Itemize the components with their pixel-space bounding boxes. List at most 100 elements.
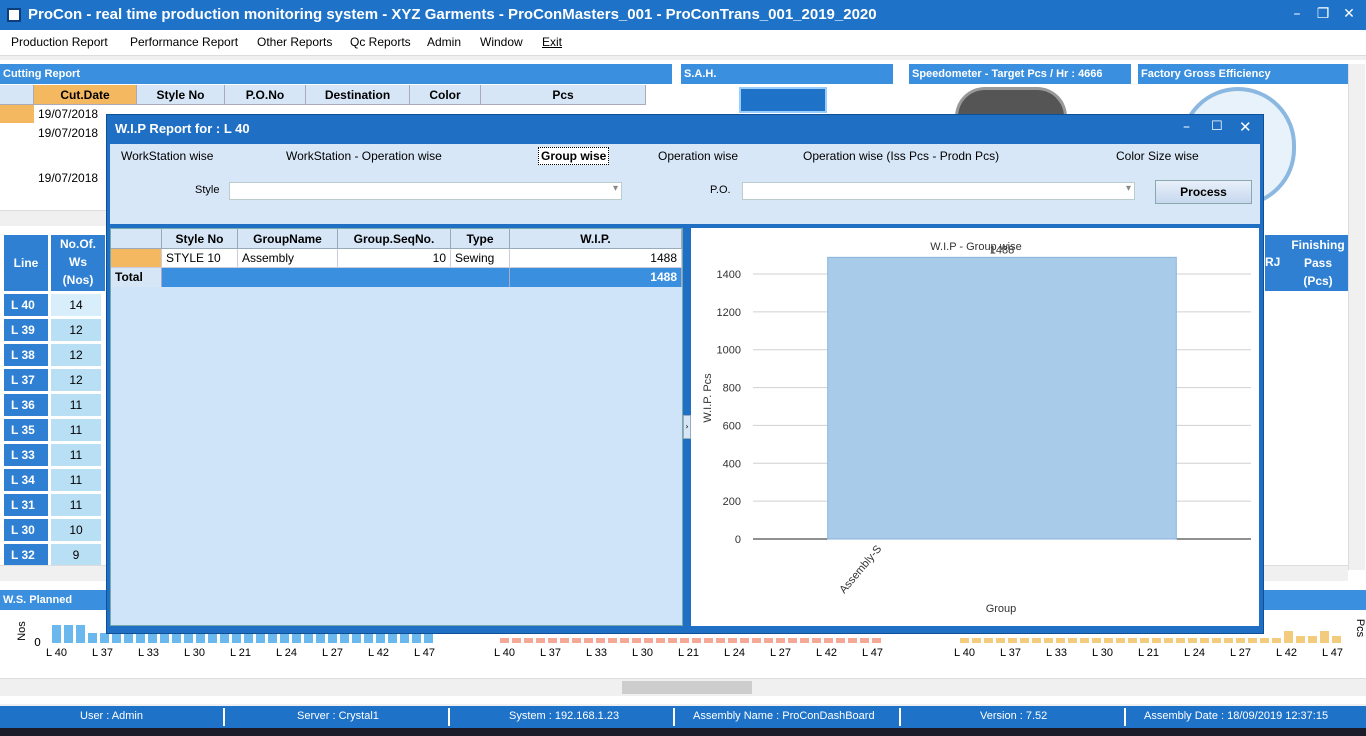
line-item[interactable]: L 36 xyxy=(4,394,48,416)
line-item[interactable]: L 38 xyxy=(4,344,48,366)
line-item[interactable]: L 37 xyxy=(4,369,48,391)
col-type[interactable]: Type xyxy=(451,229,510,249)
ws-count: 11 xyxy=(51,494,101,516)
style-label: Style xyxy=(195,184,220,196)
finishing-line1: Finishing xyxy=(1291,238,1345,252)
bottom-axis-label: L 40 xyxy=(954,647,976,659)
col-style-no[interactable]: Style No xyxy=(162,229,238,249)
dialog-minimize-button[interactable]: – xyxy=(1183,119,1190,135)
po-combo[interactable] xyxy=(742,182,1135,200)
chart-title: W.I.P - Group wise xyxy=(930,241,1022,253)
menu-other-reports[interactable]: Other Reports xyxy=(257,35,332,49)
col-pcs[interactable]: Pcs xyxy=(481,85,646,105)
status-server: Server : Crystal1 xyxy=(297,710,379,722)
menu-admin[interactable]: Admin xyxy=(427,35,461,49)
mini-bar xyxy=(1260,638,1269,643)
cell-style-no[interactable]: STYLE 10 xyxy=(162,249,238,268)
ws-count: 11 xyxy=(51,444,101,466)
style-combo[interactable] xyxy=(229,182,622,200)
mini-bar xyxy=(148,633,157,643)
status-assembly: Assembly Name : ProConDashBoard xyxy=(693,710,875,722)
tab-color-size-wise[interactable]: Color Size wise xyxy=(1116,149,1199,163)
tab-operation-wise[interactable]: Operation wise xyxy=(658,149,738,163)
mini-bar xyxy=(304,633,313,643)
cell-group-seq[interactable]: 10 xyxy=(338,249,451,268)
bottom-axis-label: L 37 xyxy=(1000,647,1022,659)
col-group-seq[interactable]: Group.SeqNo. xyxy=(338,229,451,249)
cut-date-cell[interactable]: 19/07/2018 xyxy=(38,171,98,185)
ws-header-line2: Ws xyxy=(69,255,87,269)
y-tick-label: 1000 xyxy=(717,345,741,357)
col-group-name[interactable]: GroupName xyxy=(238,229,338,249)
mini-bar xyxy=(376,633,385,643)
dialog-maximize-button[interactable]: ☐ xyxy=(1211,119,1223,134)
speedometer-gauge xyxy=(955,87,1067,117)
cutting-report-header: Cutting Report xyxy=(0,64,672,84)
status-separator xyxy=(673,708,675,726)
finishing-line3: (Pcs) xyxy=(1303,274,1333,288)
cut-date-cell[interactable]: 19/07/2018 xyxy=(38,107,98,121)
dialog-title: W.I.P Report for : L 40 xyxy=(115,121,250,136)
line-item[interactable]: L 31 xyxy=(4,494,48,516)
menu-window[interactable]: Window xyxy=(480,35,523,49)
scroll-thumb[interactable] xyxy=(622,681,752,694)
tab-workstation-wise[interactable]: WorkStation wise xyxy=(121,149,213,163)
menu-performance-report[interactable]: Performance Report xyxy=(130,35,238,49)
bottom-axis-label: L 37 xyxy=(540,647,562,659)
bottom-axis-label: L 24 xyxy=(276,647,298,659)
mini-bar xyxy=(608,638,617,643)
cell-group-name[interactable]: Assembly xyxy=(238,249,338,268)
nos-axis-label: Nos xyxy=(15,621,28,641)
mini-bar xyxy=(196,633,205,643)
tab-group-wise[interactable]: Group wise xyxy=(538,147,610,165)
mini-bar xyxy=(1284,631,1293,643)
menu-production-report[interactable]: Production Report xyxy=(11,35,108,49)
cell-wip[interactable]: 1488 xyxy=(510,249,682,268)
splitter-handle[interactable]: › xyxy=(683,415,691,439)
col-cut-date[interactable]: Cut.Date xyxy=(34,85,137,105)
wip-grid: Style No GroupName Group.SeqNo. Type W.I… xyxy=(110,228,683,626)
line-header: Line xyxy=(4,235,48,291)
efficiency-header: Factory Gross Efficiency xyxy=(1138,64,1348,84)
main-vscroll[interactable] xyxy=(1348,64,1365,570)
bottom-axis-label: L 33 xyxy=(1046,647,1068,659)
mini-bar xyxy=(560,638,569,643)
mini-bar xyxy=(1140,638,1149,643)
mini-bar xyxy=(800,638,809,643)
mini-bar xyxy=(1116,638,1125,643)
mini-bar xyxy=(100,633,109,643)
process-button[interactable]: Process xyxy=(1155,180,1252,204)
line-item[interactable]: L 33 xyxy=(4,444,48,466)
close-button[interactable]: ✕ xyxy=(1332,0,1366,30)
grid-corner xyxy=(0,85,34,105)
bottom-hscroll[interactable] xyxy=(0,678,1366,696)
col-po-no[interactable]: P.O.No xyxy=(225,85,306,105)
mini-bar xyxy=(680,638,689,643)
menu-exit[interactable]: Exit xyxy=(542,35,562,49)
mini-bar xyxy=(52,625,61,643)
line-item[interactable]: L 32 xyxy=(4,544,48,566)
cell-type[interactable]: Sewing xyxy=(451,249,510,268)
col-color[interactable]: Color xyxy=(410,85,481,105)
col-wip[interactable]: W.I.P. xyxy=(510,229,682,249)
col-style-no[interactable]: Style No xyxy=(137,85,225,105)
row-selector[interactable] xyxy=(0,105,34,123)
line-item[interactable]: L 35 xyxy=(4,419,48,441)
row-selector[interactable] xyxy=(111,249,162,268)
line-item[interactable]: L 34 xyxy=(4,469,48,491)
mini-bar xyxy=(848,638,857,643)
cut-date-cell[interactable]: 19/07/2018 xyxy=(38,126,98,140)
line-item[interactable]: L 30 xyxy=(4,519,48,541)
ws-count: 14 xyxy=(51,294,101,316)
ws-count: 11 xyxy=(51,469,101,491)
tab-workstation-operation-wise[interactable]: WorkStation - Operation wise xyxy=(286,149,442,163)
menu-qc-reports[interactable]: Qc Reports xyxy=(350,35,411,49)
col-destination[interactable]: Destination xyxy=(306,85,410,105)
mini-bar xyxy=(752,638,761,643)
line-item[interactable]: L 40 xyxy=(4,294,48,316)
mini-bar xyxy=(1296,636,1305,643)
tab-operation-wise-iss[interactable]: Operation wise (Iss Pcs - Prodn Pcs) xyxy=(803,149,999,163)
mini-bar xyxy=(740,638,749,643)
dialog-close-button[interactable]: ✕ xyxy=(1239,118,1252,136)
line-item[interactable]: L 39 xyxy=(4,319,48,341)
